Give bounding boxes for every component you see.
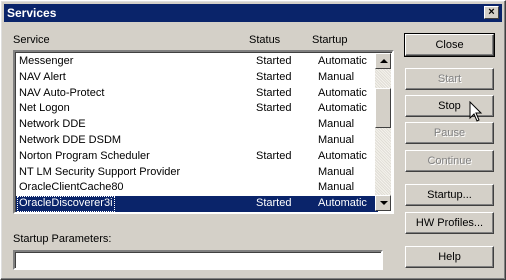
service-status: Started — [256, 102, 292, 115]
service-status: Started — [256, 70, 292, 83]
arrow-cursor-icon — [469, 101, 483, 122]
column-header-status: Status — [249, 34, 281, 46]
service-row[interactable]: OracleClientCache80 Manual — [16, 180, 378, 196]
service-startup: Manual — [318, 133, 355, 146]
close-x-icon: × — [488, 6, 495, 18]
services-list[interactable]: Messenger Started Automatic NAV Alert Starte… — [13, 50, 394, 214]
service-status: Started — [256, 149, 292, 162]
service-startup: Automatic — [318, 55, 367, 67]
startup-button[interactable]: Startup... — [405, 184, 494, 206]
scroll-up-button[interactable] — [375, 53, 391, 69]
service-name: NAV Alert — [19, 70, 66, 83]
service-status: Started — [256, 86, 292, 99]
service-name: OracleDiscoverer3i — [17, 196, 115, 212]
column-header-startup: Startup — [312, 34, 348, 46]
continue-button[interactable]: Continue — [405, 150, 494, 172]
close-button[interactable]: Close — [404, 33, 495, 57]
vertical-scrollbar[interactable] — [375, 53, 391, 211]
hw-profiles-button[interactable]: HW Profiles... — [405, 212, 494, 234]
startup-parameters-input[interactable] — [13, 250, 383, 270]
service-status: Started — [256, 197, 292, 210]
help-button[interactable]: Help — [405, 246, 494, 268]
column-header-service: Service — [13, 34, 50, 46]
service-startup: Manual — [318, 181, 355, 194]
title-bar[interactable]: Services × — [4, 4, 502, 22]
service-startup: Automatic — [318, 197, 367, 210]
service-name: Network DDE — [19, 118, 86, 131]
window-title: Services — [7, 6, 57, 20]
service-name: Messenger — [19, 55, 74, 67]
services-dialog: Services × Service Status Startup Messen… — [0, 0, 506, 280]
service-startup: Manual — [318, 118, 355, 131]
service-row[interactable]: NT LM Security Support Provider Manual — [16, 165, 378, 181]
service-name: Norton Program Scheduler — [19, 149, 150, 162]
pause-button[interactable]: Pause — [405, 122, 494, 144]
service-startup: Manual — [318, 70, 355, 83]
service-startup: Manual — [318, 165, 355, 178]
service-startup: Automatic — [318, 86, 367, 99]
start-button[interactable]: Start — [405, 68, 494, 90]
service-name: OracleClientCache80 — [19, 181, 124, 194]
service-name: Net Logon — [19, 102, 70, 115]
service-row[interactable]: Network DDE DSDM Manual — [16, 133, 378, 149]
service-name: NT LM Security Support Provider — [19, 165, 181, 178]
service-status: Started — [256, 55, 292, 67]
service-row[interactable]: NAV Auto-Protect Started Automatic — [16, 86, 378, 102]
service-startup: Automatic — [318, 102, 367, 115]
service-row[interactable]: Net Logon Started Automatic — [16, 101, 378, 117]
service-startup: Automatic — [318, 149, 367, 162]
service-row[interactable]: Norton Program Scheduler Started Automatic — [16, 149, 378, 165]
service-row[interactable]: NAV Alert Started Manual — [16, 70, 378, 86]
close-window-button[interactable]: × — [484, 6, 499, 19]
service-name: NAV Auto-Protect — [19, 86, 105, 99]
scroll-thumb[interactable] — [375, 88, 391, 128]
arrow-up-icon — [380, 59, 388, 63]
startup-parameters-label: Startup Parameters: — [13, 233, 112, 245]
service-row[interactable]: Messenger Started Automatic — [16, 54, 378, 70]
service-row[interactable]: Network DDE Manual — [16, 117, 378, 133]
service-name: Network DDE DSDM — [19, 133, 122, 146]
service-row[interactable]: OracleDiscoverer3i Started Automatic — [16, 196, 378, 212]
scroll-down-button[interactable] — [375, 195, 391, 211]
arrow-down-icon — [380, 201, 388, 205]
